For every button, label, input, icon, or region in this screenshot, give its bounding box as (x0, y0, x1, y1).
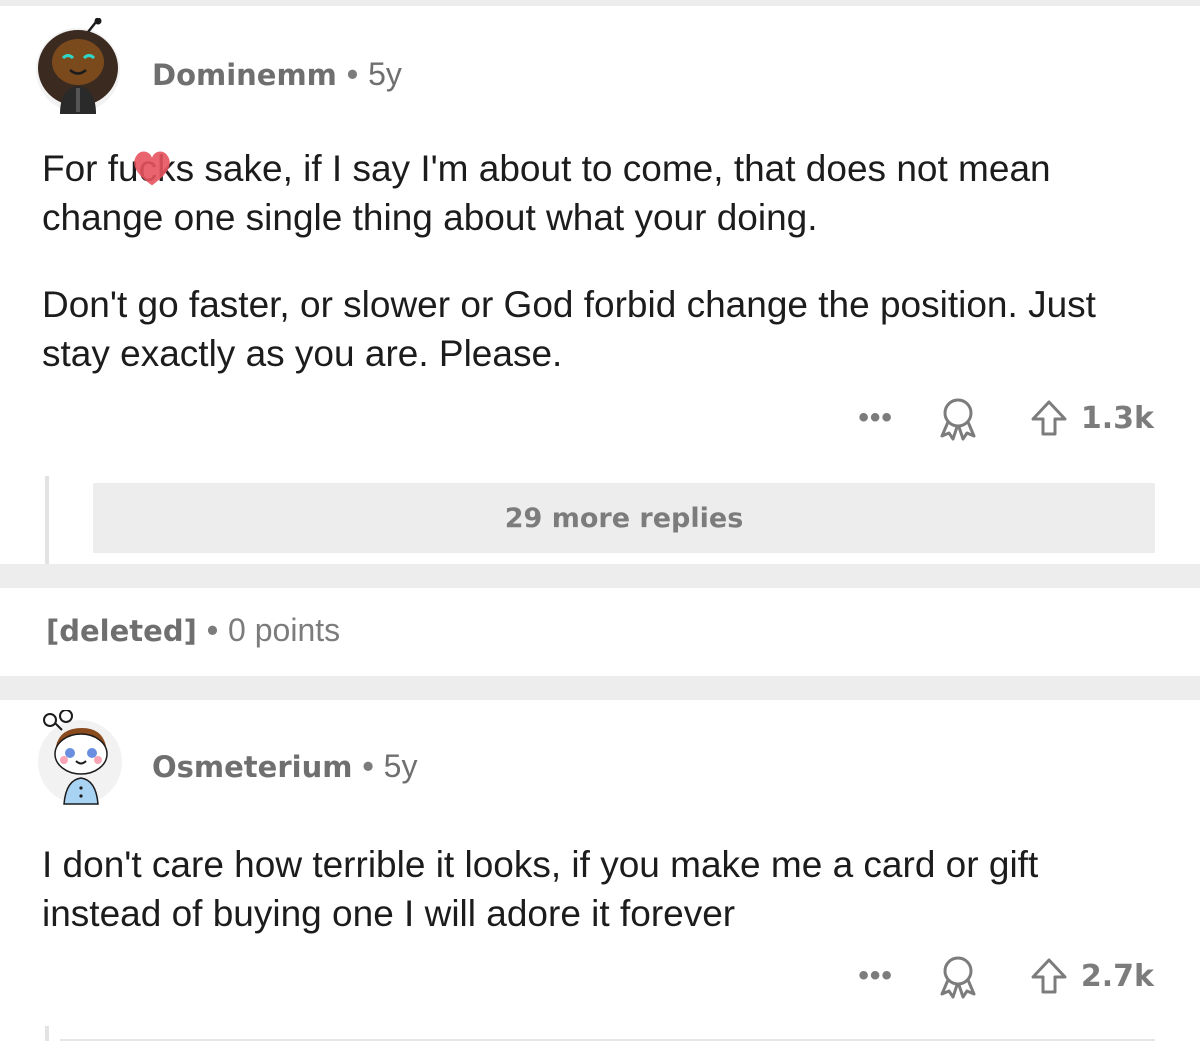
comment-deleted: [deleted] • 0 points (0, 588, 1200, 676)
comment-separator (0, 564, 1200, 588)
username[interactable]: Dominemm (152, 58, 337, 92)
award-icon[interactable] (935, 395, 981, 441)
thread-line[interactable] (45, 476, 49, 564)
upvote-arrow-icon[interactable] (1029, 398, 1069, 438)
meta-separator: • (362, 748, 374, 784)
avatar[interactable] (30, 18, 126, 114)
username: [deleted] (46, 614, 197, 648)
meta-separator: • (346, 56, 359, 92)
heart-sticker-icon (134, 151, 170, 186)
award-icon[interactable] (935, 953, 981, 999)
more-replies-button[interactable]: 29 more replies (93, 483, 1155, 553)
comment-meta: Dominemm • 5y (152, 56, 402, 93)
comment-actions: ••• 1.3k (858, 395, 1154, 441)
comment-age: 5y (383, 748, 418, 784)
comment-meta: [deleted] • 0 points (46, 612, 340, 649)
comment-paragraph: Don't go faster, or slower or God forbid… (42, 284, 1096, 374)
avatar[interactable] (32, 710, 128, 806)
meta-separator: • (206, 612, 219, 648)
comment-actions: ••• 2.7k (858, 953, 1154, 999)
comment-osmeterium: Osmeterium • 5y I don't care how terrible … (0, 700, 1200, 1041)
score: 1.3k (1080, 400, 1154, 436)
score: 2.7k (1080, 958, 1154, 994)
comment-separator (0, 676, 1200, 700)
comment-meta: Osmeterium • 5y (152, 748, 417, 785)
comment-body: For fucks sake, if I say I'm about to co… (42, 144, 1162, 416)
thread-line[interactable] (45, 1026, 49, 1041)
more-options-icon[interactable]: ••• (858, 401, 893, 435)
comment-paragraph: For fucks sake, if I say I'm about to co… (42, 148, 1051, 238)
username[interactable]: Osmeterium (152, 750, 352, 784)
upvote-arrow-icon[interactable] (1029, 956, 1069, 996)
comment-age: 5y (368, 56, 402, 92)
comment-paragraph: I don't care how terrible it looks, if y… (42, 844, 1039, 934)
comment-dominemm: Dominemm • 5y For fucks sake, if I say I'm… (0, 6, 1200, 564)
more-options-icon[interactable]: ••• (858, 959, 893, 993)
comment-points: 0 points (228, 612, 341, 648)
